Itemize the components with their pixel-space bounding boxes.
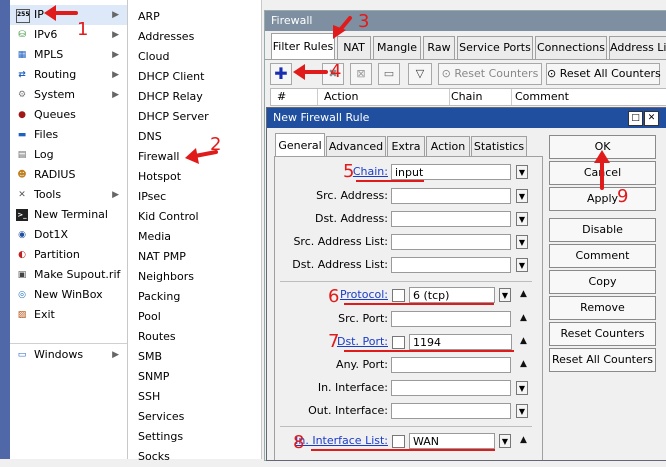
arrow-to-firewall: [193, 150, 218, 158]
arrow-head-ip: [44, 5, 56, 21]
arrow-head-ok: [594, 150, 610, 163]
annotation-arrows: [44, 5, 610, 190]
arrow-head-firewall: [185, 148, 199, 164]
arrow-to-filter-rules: [338, 16, 352, 32]
arrow-head-add: [293, 64, 305, 80]
